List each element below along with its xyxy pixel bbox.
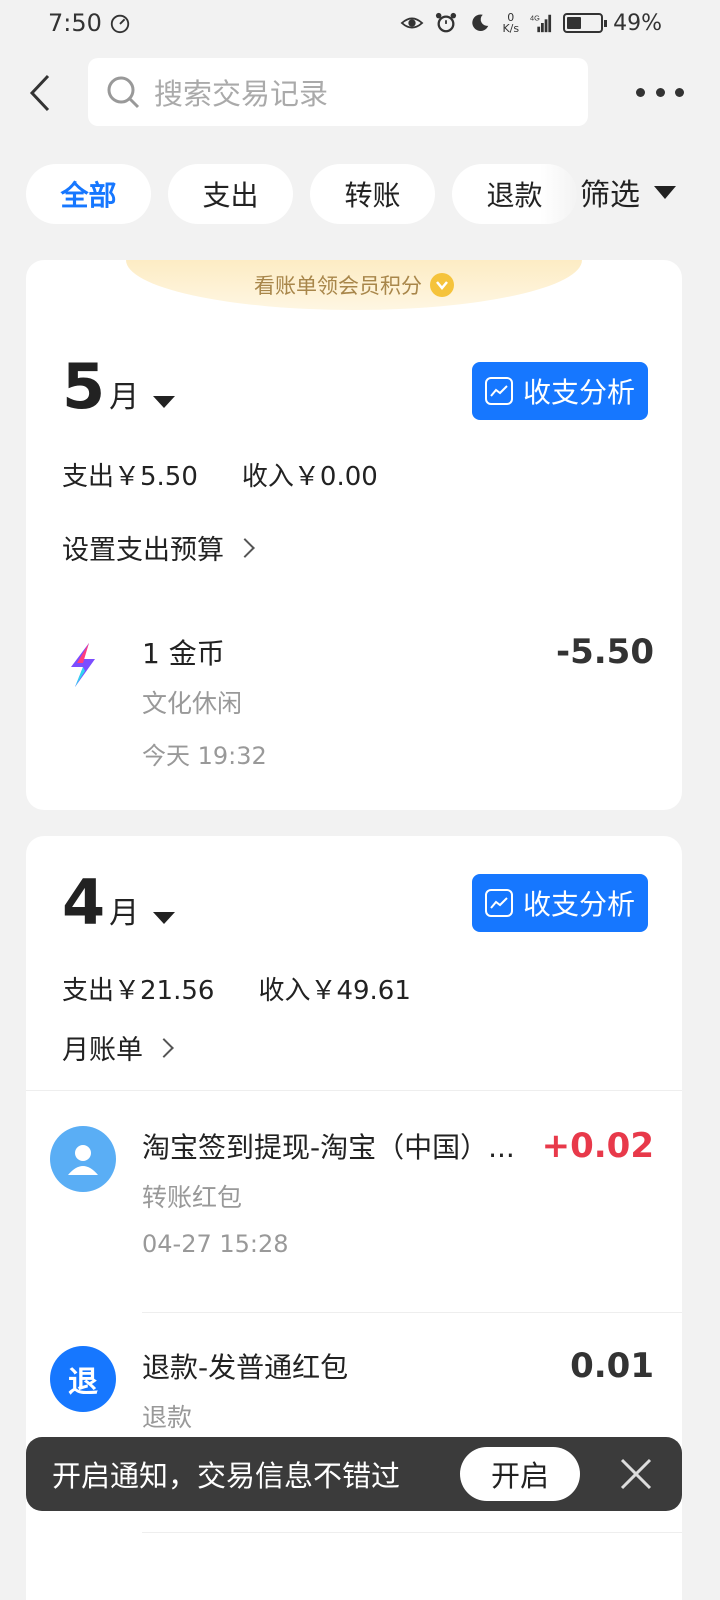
chart-icon (484, 889, 513, 917)
transaction-amount: +0.02 (541, 1126, 654, 1166)
divider (142, 1312, 682, 1313)
income-total: 收入￥49.61 (258, 976, 411, 1006)
transaction-category: 退款 (142, 1403, 193, 1432)
transaction-amount: -5.50 (556, 632, 654, 672)
search-icon (107, 76, 140, 109)
transaction-row[interactable]: 淘宝签到提现-淘宝（中国）... 转账红包 04-27 15:28 +0.02 (26, 1126, 682, 1326)
month-summary: 支出￥5.50 收入￥0.00 (62, 456, 378, 493)
divider (142, 1532, 682, 1533)
month-number: 4 (62, 866, 106, 939)
battery-percent: 49% (613, 10, 662, 36)
signal-icon: 4G (530, 13, 552, 33)
lightning-icon (50, 632, 116, 698)
month-selector[interactable]: 4 月 (62, 866, 176, 939)
month-summary: 支出￥21.56 收入￥49.61 (62, 970, 411, 1007)
monthly-bill-link[interactable]: 月账单 (62, 1028, 174, 1067)
chart-icon (484, 377, 513, 405)
close-icon[interactable] (618, 1456, 654, 1492)
speedometer-icon (110, 14, 130, 34)
dot-icon (636, 87, 645, 97)
filter-button[interactable]: 筛选 (580, 170, 676, 214)
refund-icon: 退 (50, 1346, 116, 1412)
transaction-time: 今天 19:32 (142, 742, 267, 770)
status-time: 7:50 (48, 9, 102, 37)
month-card-may: 看账单领会员积分 5 月 收支分析 支出￥5.50 收入￥0.00 设置支出预算… (26, 260, 682, 810)
transaction-title: 1 金币 (142, 637, 225, 670)
expense-total: 支出￥5.50 (62, 462, 198, 492)
tab-transfer[interactable]: 转账 (310, 164, 435, 224)
triangle-down-icon (153, 912, 176, 924)
net-speed: 0 K/s (502, 11, 520, 35)
analysis-label: 收支分析 (522, 376, 635, 409)
tab-expense[interactable]: 支出 (168, 164, 293, 224)
search-placeholder: 搜索交易记录 (154, 77, 329, 111)
chevron-right-icon (235, 537, 255, 558)
banner-text: 看账单领会员积分 (254, 274, 422, 298)
month-selector[interactable]: 5 月 (62, 350, 176, 423)
eye-icon (400, 17, 424, 29)
dot-icon (655, 87, 665, 97)
tabs-fade (540, 164, 580, 224)
monthly-bill-label: 月账单 (62, 1035, 143, 1066)
income-total: 收入￥0.00 (241, 462, 378, 492)
status-bar: 7:50 0 K/s 4G 49% (0, 0, 720, 46)
transaction-title: 退款-发普通红包 (142, 1351, 349, 1384)
toast-text: 开启通知，交易信息不错过 (52, 1459, 401, 1493)
month-unit: 月 (109, 380, 140, 415)
moon-icon (472, 14, 489, 31)
transaction-amount: 0.01 (570, 1346, 654, 1386)
search-input[interactable]: 搜索交易记录 (88, 58, 588, 126)
divider (26, 1090, 682, 1091)
status-right: 0 K/s 4G 49% (400, 11, 662, 36)
month-unit: 月 (109, 896, 140, 931)
notification-toast: 开启通知，交易信息不错过 开启 (26, 1437, 682, 1511)
alarm-icon (436, 12, 457, 33)
chevron-right-icon (154, 1037, 174, 1058)
filter-label: 筛选 (580, 178, 640, 213)
back-button[interactable] (20, 70, 60, 116)
coin-icon (430, 273, 454, 297)
expense-total: 支出￥21.56 (62, 976, 215, 1006)
analysis-button[interactable]: 收支分析 (472, 874, 648, 932)
tab-all[interactable]: 全部 (26, 164, 151, 224)
month-number: 5 (62, 350, 106, 423)
points-banner[interactable]: 看账单领会员积分 (126, 260, 582, 310)
budget-link[interactable]: 设置支出预算 (62, 528, 255, 567)
transaction-category: 文化休闲 (142, 689, 243, 718)
analysis-button[interactable]: 收支分析 (472, 362, 648, 420)
filter-tabs: 全部 支出 转账 退款 (26, 164, 577, 224)
status-left: 7:50 (48, 9, 132, 37)
chevron-left-icon (29, 74, 50, 112)
enable-notification-button[interactable]: 开启 (460, 1447, 580, 1501)
dot-icon (675, 87, 684, 97)
header: 搜索交易记录 (0, 58, 720, 128)
battery-icon (563, 13, 608, 33)
triangle-down-icon (654, 185, 676, 199)
transaction-time: 04-27 15:28 (142, 1230, 289, 1258)
analysis-label: 收支分析 (522, 888, 635, 921)
user-icon (50, 1126, 116, 1192)
transaction-category: 转账红包 (142, 1183, 243, 1212)
transaction-title: 淘宝签到提现-淘宝（中国）... (142, 1131, 515, 1164)
triangle-down-icon (153, 396, 176, 408)
transaction-row[interactable]: 1 金币 文化休闲 今天 19:32 -5.50 (26, 632, 682, 810)
svg-text:4G: 4G (530, 13, 540, 22)
budget-link-label: 设置支出预算 (62, 535, 224, 566)
more-options-button[interactable] (636, 72, 684, 112)
